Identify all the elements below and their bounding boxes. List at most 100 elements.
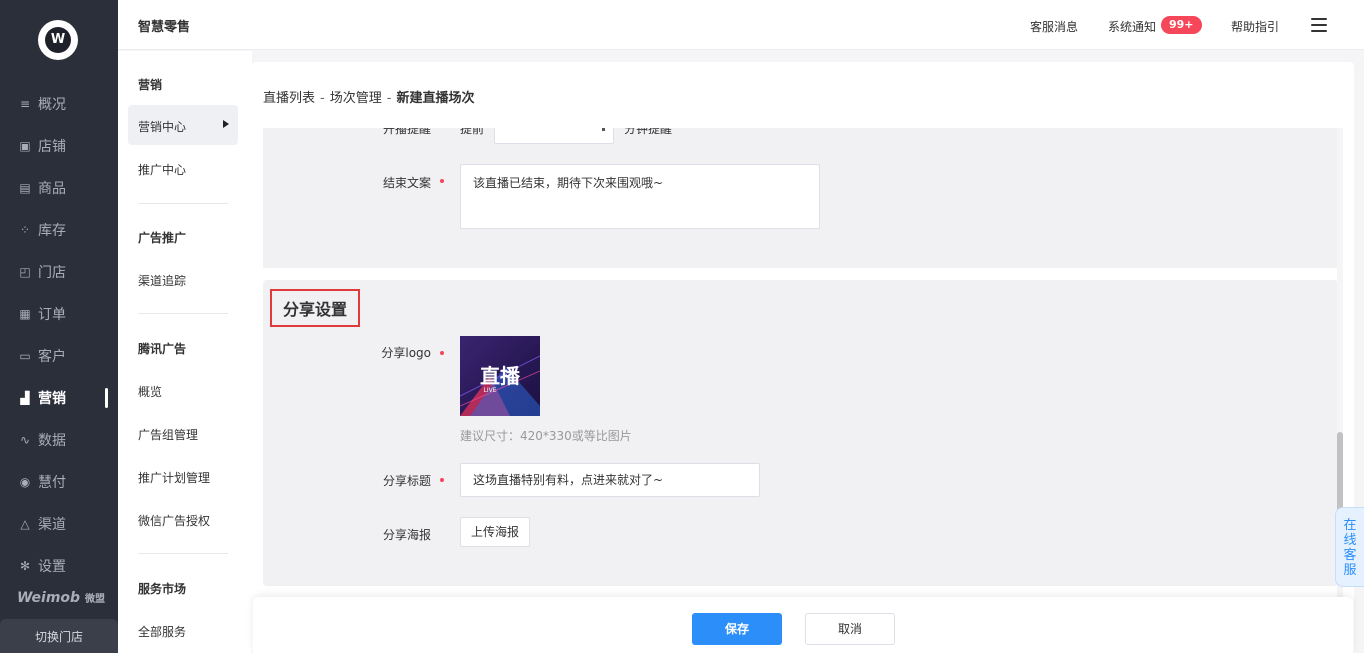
sub-item-overview[interactable]: 概览	[138, 383, 162, 400]
nav-item-label: 门店	[38, 265, 66, 281]
shop-icon: ◰	[19, 265, 31, 279]
sub-head-market: 服务市场	[138, 582, 187, 596]
nav-item-label: 慧付	[38, 475, 66, 491]
content-panel: 直播列表 - 场次管理 - 新建直播场次 开播提醒 提前 分钟提醒 结束文案 该直播已结…	[252, 62, 1354, 653]
share-title-label: 分享标题	[382, 474, 431, 488]
nav-item-label: 设置	[38, 559, 66, 575]
nav-item-settings[interactable]: ✻ 设置	[0, 548, 118, 584]
end-text-label: 结束文案	[382, 176, 431, 190]
brand-logo-mark: W	[45, 27, 71, 53]
live-poster-graphic: 直播 LIVE	[460, 336, 540, 416]
nav-item-label: 商品	[38, 181, 66, 197]
divider	[138, 203, 228, 204]
cancel-button[interactable]: 取消	[805, 613, 895, 645]
brand-logo[interactable]: W	[38, 20, 78, 60]
nav-item-order[interactable]: ▦ 订单	[0, 296, 118, 332]
sub-item-promotion-center[interactable]: 推广中心	[138, 161, 186, 178]
chart-icon: ▟	[20, 391, 30, 405]
nav-item-label: 库存	[38, 223, 66, 239]
share-logo-label: 分享logo	[381, 346, 431, 360]
required-mark	[440, 351, 444, 355]
sub-head-ad: 广告推广	[138, 231, 187, 245]
sub-item-ad-group[interactable]: 广告组管理	[138, 426, 198, 443]
form-card-live-settings: 开播提醒 提前 分钟提醒 结束文案 该直播已结束，期待下次来围观哦~	[263, 128, 1338, 268]
breadcrumb-separator: -	[320, 91, 325, 106]
action-footer: 保存 取消	[253, 597, 1353, 653]
breadcrumb: 直播列表 - 场次管理 - 新建直播场次	[263, 87, 474, 106]
top-bar: 智慧零售 客服消息 系统通知 99+ 帮助指引	[118, 0, 1364, 50]
reminder-label: 开播提醒	[383, 128, 432, 136]
reminder-minutes-select[interactable]	[494, 128, 614, 144]
nav-item-label: 概况	[38, 97, 66, 113]
online-service-button[interactable]: 在线客服	[1335, 507, 1364, 587]
settings-icon: ✻	[19, 559, 31, 573]
nav-item-store[interactable]: ▣ 店铺	[0, 128, 118, 164]
nav-item-label: 渠道	[38, 517, 66, 533]
main-content: 直播列表 - 场次管理 - 新建直播场次 开播提醒 提前 分钟提醒 结束文案 该直播已结…	[252, 62, 1354, 653]
logo-image-text: 直播	[480, 364, 521, 388]
share-logo-image[interactable]: 直播 LIVE	[460, 336, 540, 416]
share-section-title: 分享设置	[270, 289, 361, 327]
sub-item-plan[interactable]: 推广计划管理	[138, 469, 210, 486]
sub-item-label: 营销中心	[138, 120, 187, 134]
nav-item-inventory[interactable]: ⁘ 库存	[0, 212, 118, 248]
save-button[interactable]: 保存	[692, 613, 782, 645]
share-poster-label: 分享海报	[382, 528, 431, 542]
help-link[interactable]: 帮助指引	[1231, 18, 1279, 35]
sub-item-channel-tracking[interactable]: 渠道追踪	[138, 272, 186, 289]
reminder-prefix: 提前	[460, 128, 485, 136]
nav-item-label: 客户	[38, 349, 66, 365]
divider	[138, 313, 228, 314]
logo-size-tip: 建议尺寸：420*330或等比图片	[460, 429, 632, 443]
menu-icon[interactable]	[1311, 18, 1327, 32]
data-icon: ∿	[19, 433, 31, 447]
store-icon: ▣	[19, 139, 31, 153]
secondary-sidebar: 营销 营销中心 推广中心 广告推广 渠道追踪 腾讯广告 概览 广告组管理 推广计…	[118, 51, 252, 653]
goods-icon: ▤	[19, 181, 31, 195]
weimob-brand-text: Weimob	[17, 590, 81, 606]
required-mark	[440, 179, 444, 183]
pay-icon: ◉	[19, 475, 31, 489]
notice-badge: 99+	[1161, 16, 1202, 34]
sub-item-marketing-center[interactable]: 营销中心	[128, 105, 238, 145]
nav-item-marketing[interactable]: ▟ 营销	[0, 380, 118, 416]
list-icon: ≡	[19, 97, 31, 111]
weimob-brand: Weimob 微盟	[17, 590, 105, 606]
sub-item-all-services[interactable]: 全部服务	[138, 623, 186, 640]
inventory-icon: ⁘	[19, 223, 31, 237]
share-title-input[interactable]: 这场直播特别有料，点进来就对了~	[460, 463, 760, 497]
sub-item-wechat-auth[interactable]: 微信广告授权	[138, 512, 210, 529]
required-mark	[440, 478, 444, 482]
sub-head-marketing: 营销	[138, 78, 163, 92]
nav-item-pay[interactable]: ◉ 慧付	[0, 464, 118, 500]
order-icon: ▦	[19, 307, 31, 321]
breadcrumb-live-list[interactable]: 直播列表	[263, 91, 315, 106]
breadcrumb-current: 新建直播场次	[396, 91, 475, 106]
main-nav: W ≡ 概况 ▣ 店铺 ▤ 商品 ⁘ 库存 ◰ 门店 ▦ 订单 ▭ 客户 ▟ 营…	[0, 0, 118, 653]
end-text-textarea[interactable]: 该直播已结束，期待下次来围观哦~	[460, 164, 820, 229]
caret-right-icon	[223, 120, 229, 128]
breadcrumb-session-mgmt[interactable]: 场次管理	[330, 91, 382, 106]
divider	[138, 553, 228, 554]
sub-head-tencent: 腾讯广告	[138, 342, 187, 356]
customer-icon: ▭	[19, 349, 31, 363]
switch-store-button[interactable]: 切换门店	[0, 619, 118, 653]
chevron-down-icon	[602, 128, 605, 131]
customer-service-link[interactable]: 客服消息	[1030, 18, 1078, 35]
nav-item-goods[interactable]: ▤ 商品	[0, 170, 118, 206]
nav-item-label: 订单	[38, 307, 66, 323]
nav-item-overview[interactable]: ≡ 概况	[0, 86, 118, 122]
nav-item-customer[interactable]: ▭ 客户	[0, 338, 118, 374]
nav-item-label: 营销	[38, 391, 66, 407]
nav-item-label: 数据	[38, 433, 66, 449]
nav-item-data[interactable]: ∿ 数据	[0, 422, 118, 458]
system-notice-link[interactable]: 系统通知	[1108, 18, 1156, 35]
nav-item-shop[interactable]: ◰ 门店	[0, 254, 118, 290]
reminder-suffix: 分钟提醒	[624, 128, 673, 136]
logo-image-subtext: LIVE	[483, 387, 496, 394]
upload-poster-button[interactable]: 上传海报	[460, 517, 531, 547]
nav-item-channel[interactable]: △ 渠道	[0, 506, 118, 542]
app-title: 智慧零售	[138, 20, 191, 35]
channel-icon: △	[20, 517, 30, 531]
form-card-share-settings: 分享设置 分享logo 直播 LIVE 建议尺寸：420*330或等比图片 分享…	[263, 280, 1338, 586]
